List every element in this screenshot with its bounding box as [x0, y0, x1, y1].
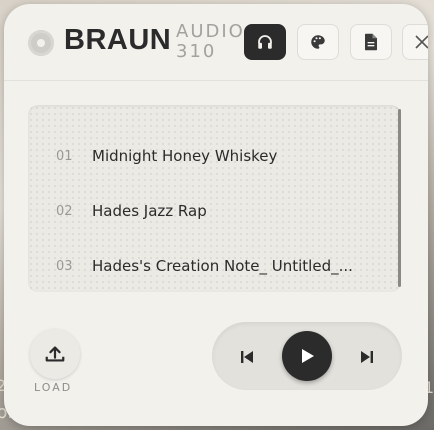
header: BRAUN AUDIO 310 — [4, 4, 428, 81]
upload-icon — [45, 346, 65, 362]
play-button[interactable] — [282, 331, 332, 381]
document-icon — [365, 33, 377, 51]
audio-player-window: BRAUN AUDIO 310 01 Midnight Honey Whiske… — [4, 4, 428, 426]
track-number: 02 — [56, 204, 73, 219]
headphones-icon — [258, 35, 272, 49]
track-number: 01 — [56, 149, 73, 164]
playlist-track[interactable]: 02 Hades Jazz Rap — [28, 192, 368, 232]
skip-previous-icon — [241, 351, 253, 363]
theme-button[interactable] — [297, 24, 339, 60]
skip-next-icon — [361, 351, 373, 363]
close-icon — [415, 35, 428, 49]
playlist-track[interactable]: 01 Midnight Honey Whiskey — [28, 137, 368, 177]
track-title: Midnight Honey Whiskey — [92, 147, 278, 165]
headphones-button[interactable] — [244, 24, 286, 60]
playlist: 01 Midnight Honey Whiskey 02 Hades Jazz … — [28, 105, 401, 292]
next-track-button[interactable] — [354, 344, 380, 370]
track-number: 03 — [56, 259, 73, 274]
brand-logo: BRAUN — [64, 24, 172, 56]
close-button[interactable] — [402, 24, 428, 60]
playlist-track[interactable]: 03 Hades's Creation Note_ Untitled_... — [28, 247, 368, 287]
palette-icon — [311, 35, 325, 49]
track-title: Hades Jazz Rap — [92, 202, 207, 220]
load-label: LOAD — [34, 381, 73, 394]
transport-controls — [212, 322, 402, 390]
track-title: Hades's Creation Note_ Untitled_... — [92, 257, 353, 275]
load-button[interactable] — [30, 329, 80, 379]
play-icon — [302, 349, 314, 363]
vinyl-disc-icon — [28, 30, 54, 56]
playlist-scrollbar[interactable] — [398, 109, 401, 287]
notes-button[interactable] — [350, 24, 392, 60]
previous-track-button[interactable] — [234, 344, 260, 370]
